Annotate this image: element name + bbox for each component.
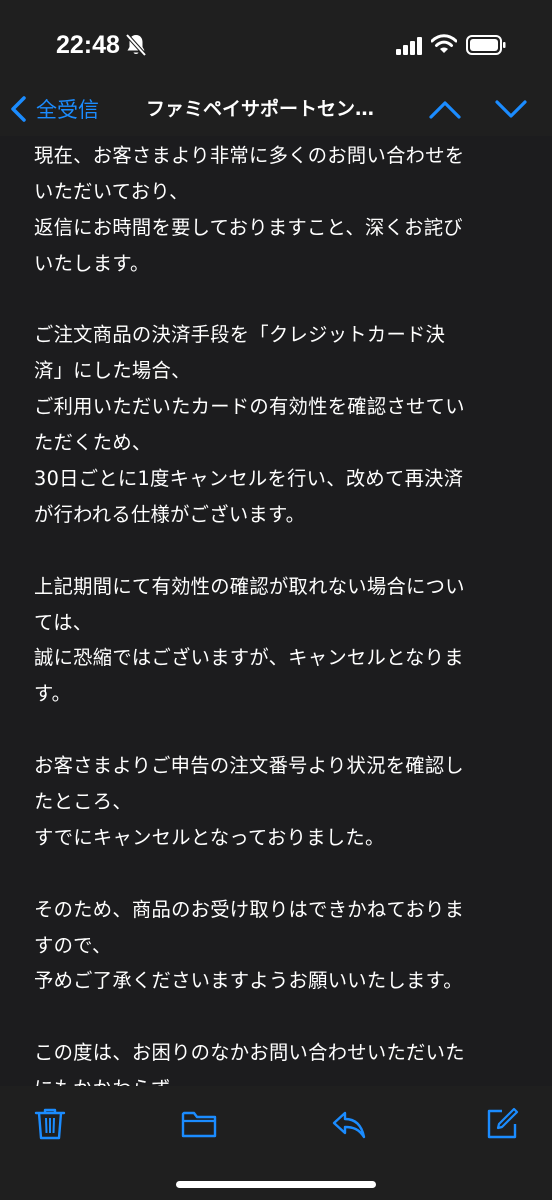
mail-body[interactable]: 現在、お客さまより非常に多くのお問い合わせを いただいており、返信にお時間を要して… — [0, 136, 552, 1086]
mail-line: すので、 — [34, 933, 112, 957]
mail-line: この度は、お困りのなかお問い合わせいただいた — [34, 1041, 465, 1065]
mail-line: 上記期間にて有効性の確認が取れない場合につい — [34, 574, 465, 598]
back-button[interactable]: 全受信 — [8, 86, 99, 132]
mail-line: 誠に恐縮ではございますが、キャンセルとなりま — [34, 646, 464, 670]
message-title: ファミペイサポートセン… — [146, 98, 375, 120]
home-indicator[interactable] — [176, 1181, 376, 1188]
mail-line: ては、 — [34, 610, 93, 634]
mail-line: すでにキャンセルとなっておりました。 — [34, 825, 385, 849]
mail-line: そのため、商品のお受け取りはできかねておりま — [34, 897, 465, 921]
back-label: 全受信 — [36, 98, 99, 122]
mail-blank-line — [34, 856, 534, 892]
wifi-icon — [431, 34, 457, 53]
mail-line: お客さまよりご申告の注文番号より状況を確認し — [34, 754, 465, 778]
mail-line: ただくため、 — [34, 431, 152, 455]
mail-blank-line — [34, 712, 534, 748]
folder-icon[interactable] — [181, 1106, 217, 1142]
status-bar: 22:48 — [0, 0, 552, 86]
bell-muted-icon — [125, 33, 147, 57]
mail-line: 済」にした場合、 — [34, 359, 191, 383]
cellular-signal-icon — [396, 37, 422, 55]
mail-line: 現在、お客さまより非常に多くのお問い合わせを — [34, 144, 465, 167]
mail-line: 30日ごとに1度キャンセルを行い、改めて再決済 — [34, 467, 464, 491]
mail-line: たところ、 — [34, 790, 132, 814]
chevron-up-icon[interactable] — [428, 94, 462, 124]
mail-line: いたします。 — [34, 251, 150, 275]
mail-blank-line — [34, 282, 534, 318]
mail-blank-line — [34, 533, 534, 569]
trash-icon[interactable] — [32, 1106, 68, 1142]
status-time: 22:48 — [56, 31, 120, 59]
mail-line: 予めご了承くださいますようお願いいたします。 — [34, 969, 463, 993]
chevron-left-icon — [11, 96, 26, 122]
mail-text: 現在、お客さまより非常に多くのお問い合わせを いただいており、返信にお時間を要して… — [34, 138, 534, 1086]
mail-line: す。 — [34, 682, 72, 706]
mail-line: ご利用いただいたカードの有効性を確認させてい — [34, 395, 465, 419]
toolbar — [0, 1086, 552, 1200]
nav-bar: 全受信 ファミペイサポートセン… — [0, 86, 552, 136]
reply-icon[interactable] — [331, 1106, 367, 1142]
mail-blank-line — [34, 999, 534, 1035]
mail-line: にもかかわらず、 — [34, 1071, 534, 1086]
mail-line: ご注文商品の決済手段を「クレジットカード決 — [34, 323, 446, 347]
mail-line: が行われる仕様がございます。 — [34, 502, 306, 526]
chevron-down-icon[interactable] — [494, 94, 528, 124]
mail-line: いただいており、 — [34, 179, 189, 203]
mail-line: 返信にお時間を要しておりますこと、深くお詫び — [34, 215, 463, 239]
battery-icon — [466, 35, 506, 55]
compose-icon[interactable] — [484, 1106, 520, 1142]
